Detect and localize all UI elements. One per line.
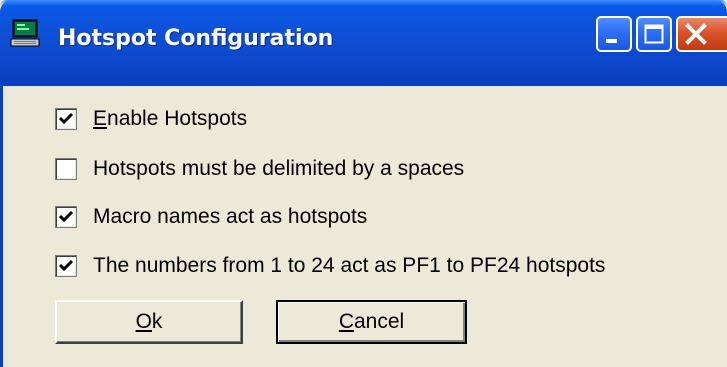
- minimize-button[interactable]: [596, 16, 632, 52]
- terminal-computer-icon: [10, 19, 40, 47]
- pf-numbers-label: The numbers from 1 to 24 act as PF1 to P…: [93, 254, 606, 277]
- cancel-accel: C: [338, 310, 354, 333]
- close-icon: [685, 23, 707, 45]
- maximize-button[interactable]: [636, 16, 672, 52]
- close-button[interactable]: [676, 16, 727, 52]
- ok-button[interactable]: Ok: [55, 300, 243, 344]
- ok-accel: O: [135, 310, 152, 333]
- checkmark-icon: [58, 259, 74, 272]
- hotspot-config-dialog: Hotspot Configuration Enable Hotspots Ho…: [0, 0, 727, 367]
- option-macro-names[interactable]: Macro names act as hotspots: [55, 204, 367, 230]
- delimited-by-spaces-checkbox[interactable]: [55, 158, 77, 180]
- macro-names-checkbox[interactable]: [55, 206, 77, 228]
- enable-hotspots-label: Enable Hotspots: [93, 107, 248, 130]
- enable-hotspots-checkbox[interactable]: [55, 108, 77, 130]
- delimited-by-spaces-label: Hotspots must be delimited by a spaces: [93, 157, 465, 180]
- checkmark-icon: [58, 210, 74, 223]
- cancel-button[interactable]: Cancel: [276, 300, 467, 344]
- dialog-client-area: Enable Hotspots Hotspots must be delimit…: [0, 86, 727, 367]
- ok-label: k: [151, 310, 163, 333]
- window-title: Hotspot Configuration: [58, 26, 334, 51]
- cancel-label: ancel: [353, 310, 405, 333]
- checkmark-icon: [58, 112, 74, 125]
- option-pf-numbers[interactable]: The numbers from 1 to 24 act as PF1 to P…: [55, 253, 605, 279]
- title-bar[interactable]: Hotspot Configuration: [0, 0, 727, 86]
- maximize-icon: [644, 24, 664, 44]
- option-delimited-by-spaces[interactable]: Hotspots must be delimited by a spaces: [55, 156, 464, 182]
- pf-numbers-checkbox[interactable]: [55, 255, 77, 277]
- minimize-icon: [606, 39, 617, 43]
- option-enable-hotspots[interactable]: Enable Hotspots: [55, 106, 247, 132]
- macro-names-label: Macro names act as hotspots: [93, 205, 368, 228]
